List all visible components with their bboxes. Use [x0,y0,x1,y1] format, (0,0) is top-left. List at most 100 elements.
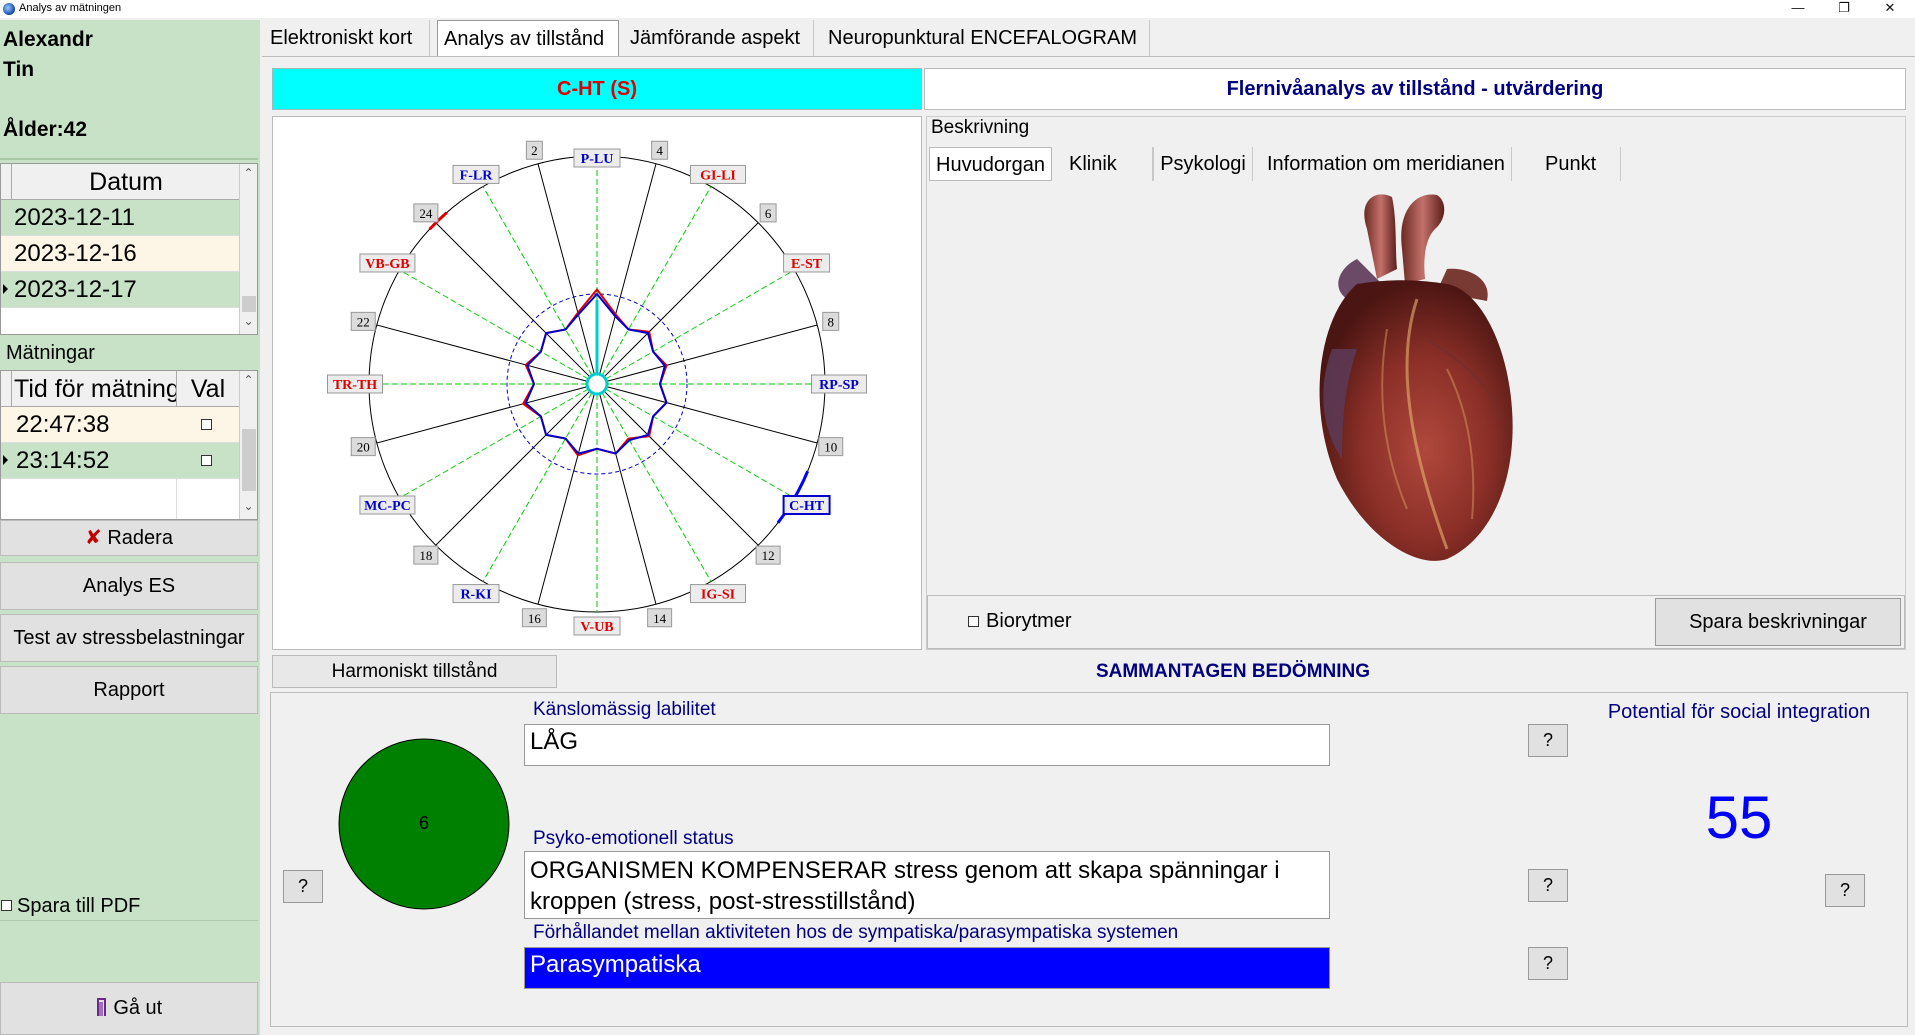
radar-point-number[interactable]: 20 [350,437,376,457]
tab-state-analysis[interactable]: Analys av tillstånd [437,20,619,56]
delete-button[interactable]: ✘ Radera [0,520,258,556]
social-integration-label: Potential för social integration [1607,701,1871,723]
description-label: Beskrivning [931,117,1030,138]
delete-label: Radera [107,527,173,549]
minimize-button[interactable]: — [1775,0,1821,18]
multilevel-analysis-header: Flernivåanalys av tillstånd - utvärderin… [924,68,1906,110]
save-pdf-checkbox[interactable] [1,900,12,911]
measurements-section: Mätningar [0,337,258,369]
radar-point-number[interactable]: 10 [818,437,844,457]
description-panel: Beskrivning Huvudorgan Klinik Psykologi … [926,116,1906,650]
radar-label-text: 2 [531,143,538,158]
radar-spoke [606,386,818,444]
radar-spoke [482,186,593,376]
report-button[interactable]: Rapport [0,666,258,714]
autonomic-balance-help-button[interactable]: ? [1528,947,1568,980]
social-integration-help-button[interactable]: ? [1825,874,1865,907]
save-descriptions-button[interactable]: Spara beskrivningar [1655,598,1901,646]
patient-first-name: Alexandr [3,28,93,51]
radar-label-text: 24 [419,206,433,221]
radar-spoke [537,163,595,375]
measurement-row[interactable]: 22:47:38 [1,407,239,443]
save-pdf-option[interactable]: Spara till PDF [0,894,258,920]
radar-label-text: 16 [528,611,542,626]
radar-meridian-label[interactable]: MC-PC [359,495,416,515]
radar-point-number[interactable]: 24 [413,203,439,223]
radar-meridian-label[interactable]: VB-GB [359,253,416,273]
radar-spoke [399,388,589,499]
radar-point-number[interactable]: 4 [651,140,669,160]
tab-point[interactable]: Punkt [1539,147,1621,181]
stress-test-button[interactable]: Test av stressbelastningar [0,614,258,662]
radar-meridian-label[interactable]: RP-SP [811,374,867,394]
radar-point-number[interactable]: 6 [759,203,777,223]
radar-point-number[interactable]: 22 [350,311,376,331]
tab-harmonic-state[interactable]: Harmoniskt tillstånd [272,655,557,688]
tab-clinic[interactable]: Klinik [1063,147,1153,181]
dates-column-header[interactable]: Datum [13,168,239,197]
scroll-down-icon[interactable]: ⌄ [240,314,257,328]
emotional-lability-help-button[interactable]: ? [1528,724,1568,757]
radar-label-text: V-UB [580,620,613,635]
radar-meridian-label[interactable]: GI-LI [690,164,746,184]
scroll-up-icon[interactable]: ⌃ [240,373,257,387]
date-row[interactable]: 2023-12-11 [1,200,239,236]
psycho-status-help-button[interactable]: ? [1528,869,1568,902]
maximize-button[interactable]: ❐ [1821,0,1867,18]
radar-point-number[interactable]: 8 [822,311,840,331]
date-row[interactable]: 2023-12-16 [1,236,239,272]
scroll-down-icon[interactable]: ⌄ [240,499,257,513]
measurements-table: Tid för mätning Val 22:47:38 23:14:52 ⌃ … [0,370,258,520]
meridian-header: C-HT (S) [272,68,922,110]
biorhythm-checkbox[interactable] [968,616,979,627]
scroll-up-icon[interactable]: ⌃ [240,166,257,180]
radar-meridian-label[interactable]: IG-SI [690,584,746,604]
tab-encephalogram[interactable]: Neuropunktural ENCEFALOGRAM [822,20,1150,56]
radar-label-text: 6 [765,206,772,221]
measurements-scrollbar[interactable]: ⌃ ⌄ [239,371,257,519]
radar-meridian-label[interactable]: V-UB [573,616,621,636]
autonomic-balance-value: Parasympatiska [524,947,1330,989]
tab-electronic-card[interactable]: Elektroniskt kort [264,20,430,56]
scroll-thumb[interactable] [242,429,256,491]
select-column-header[interactable]: Val [177,375,239,404]
emotional-lability-value: LÅG [524,724,1330,766]
tab-meridian-info[interactable]: Information om meridianen [1261,147,1512,181]
dates-scrollbar[interactable]: ⌃ ⌄ [239,164,257,334]
analysis-es-button[interactable]: Analys ES [0,562,258,610]
select-checkbox[interactable] [201,455,212,466]
time-column-header[interactable]: Tid för mätning [14,375,176,404]
select-checkbox[interactable] [201,419,212,430]
dates-header-row: Datum [1,164,239,200]
radar-meridian-label[interactable]: F-LR [452,164,500,184]
radar-meridian-label[interactable]: TR-TH [327,374,383,394]
tab-main-organ[interactable]: Huvudorgan [929,147,1052,181]
measurements-header-row: Tid för mätning Val [1,371,239,407]
date-row-selected[interactable]: 2023-12-17 [1,272,239,308]
close-button[interactable]: ✕ [1867,0,1913,18]
radar-point-number[interactable]: 14 [647,608,673,628]
tab-psychology[interactable]: Psykologi [1153,147,1253,181]
radar-label-text: MC-PC [364,499,411,514]
date-cell: 2023-12-11 [14,204,135,231]
radar-point-number[interactable]: 18 [413,545,439,565]
radar-spoke [603,390,759,546]
exit-button[interactable]: Gå ut [0,982,258,1035]
measurement-row-selected[interactable]: 23:14:52 [1,443,239,479]
radar-point-number[interactable]: 12 [755,545,781,565]
tab-comparative-aspect[interactable]: Jämförande aspekt [624,20,814,56]
harmony-help-button[interactable]: ? [283,870,323,903]
scroll-thumb[interactable] [242,296,256,312]
radar-point-number[interactable]: 2 [525,140,543,160]
radar-meridian-label[interactable]: P-LU [573,148,621,168]
radar-label-text: 4 [656,143,663,158]
radar-point-number[interactable]: 16 [521,608,547,628]
radar-spoke [599,163,657,375]
radar-spoke [537,393,595,605]
radar-label-text: 8 [828,314,835,329]
radar-meridian-label[interactable]: C-HT [782,495,831,515]
radar-meridian-label[interactable]: E-ST [783,253,831,273]
radar-spoke [601,186,712,376]
radar-meridian-label[interactable]: R-KI [452,584,500,604]
radar-label-text: 12 [762,548,775,563]
